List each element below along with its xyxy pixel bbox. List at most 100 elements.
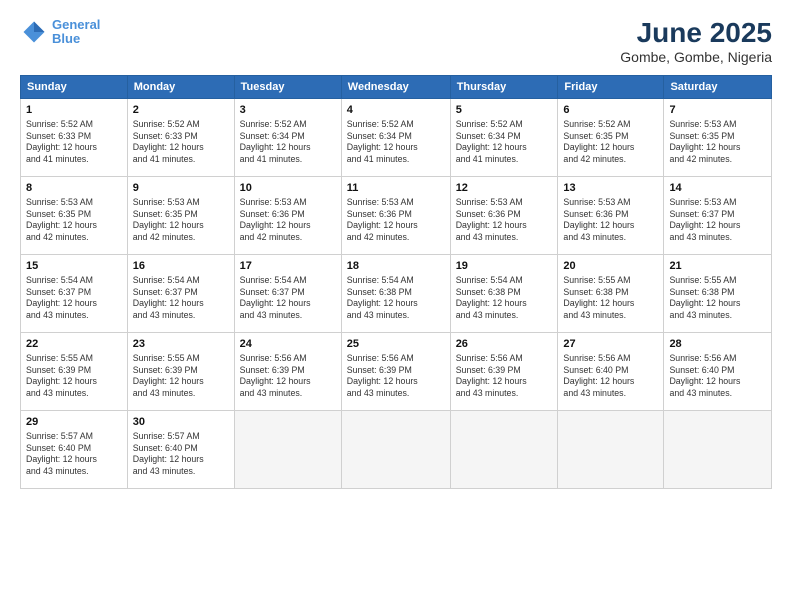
calendar-day-cell: 26Sunrise: 5:56 AMSunset: 6:39 PMDayligh… [450,332,558,410]
calendar-subtitle: Gombe, Gombe, Nigeria [620,49,772,65]
calendar-header-row: SundayMondayTuesdayWednesdayThursdayFrid… [21,75,772,98]
day-number: 30 [133,415,229,430]
day-info: Sunrise: 5:56 AMSunset: 6:39 PMDaylight:… [456,353,553,401]
calendar-day-cell [664,410,772,488]
calendar-day-cell: 30Sunrise: 5:57 AMSunset: 6:40 PMDayligh… [127,410,234,488]
calendar-day-cell: 10Sunrise: 5:53 AMSunset: 6:36 PMDayligh… [234,176,341,254]
day-info: Sunrise: 5:56 AMSunset: 6:39 PMDaylight:… [240,353,336,401]
day-info: Sunrise: 5:57 AMSunset: 6:40 PMDaylight:… [26,431,122,479]
calendar-day-cell [558,410,664,488]
day-info: Sunrise: 5:55 AMSunset: 6:39 PMDaylight:… [133,353,229,401]
calendar-day-cell: 12Sunrise: 5:53 AMSunset: 6:36 PMDayligh… [450,176,558,254]
calendar-day-cell: 9Sunrise: 5:53 AMSunset: 6:35 PMDaylight… [127,176,234,254]
day-number: 3 [240,103,336,118]
day-number: 6 [563,103,658,118]
calendar-day-cell [341,410,450,488]
day-info: Sunrise: 5:53 AMSunset: 6:35 PMDaylight:… [133,197,229,245]
day-info: Sunrise: 5:52 AMSunset: 6:34 PMDaylight:… [240,119,336,167]
day-info: Sunrise: 5:55 AMSunset: 6:38 PMDaylight:… [669,275,766,323]
calendar-day-cell: 3Sunrise: 5:52 AMSunset: 6:34 PMDaylight… [234,98,341,176]
day-number: 29 [26,415,122,430]
calendar-day-cell: 4Sunrise: 5:52 AMSunset: 6:34 PMDaylight… [341,98,450,176]
day-number: 27 [563,337,658,352]
calendar-week-row: 8Sunrise: 5:53 AMSunset: 6:35 PMDaylight… [21,176,772,254]
calendar-day-cell: 25Sunrise: 5:56 AMSunset: 6:39 PMDayligh… [341,332,450,410]
day-number: 23 [133,337,229,352]
day-info: Sunrise: 5:53 AMSunset: 6:35 PMDaylight:… [26,197,122,245]
calendar-day-cell: 13Sunrise: 5:53 AMSunset: 6:36 PMDayligh… [558,176,664,254]
day-info: Sunrise: 5:54 AMSunset: 6:37 PMDaylight:… [26,275,122,323]
calendar-week-row: 15Sunrise: 5:54 AMSunset: 6:37 PMDayligh… [21,254,772,332]
logo-text: General Blue [52,18,100,47]
day-number: 5 [456,103,553,118]
day-number: 25 [347,337,445,352]
header-wednesday: Wednesday [341,75,450,98]
header: General Blue June 2025 Gombe, Gombe, Nig… [20,18,772,65]
day-info: Sunrise: 5:56 AMSunset: 6:40 PMDaylight:… [669,353,766,401]
calendar-day-cell: 18Sunrise: 5:54 AMSunset: 6:38 PMDayligh… [341,254,450,332]
calendar-day-cell: 15Sunrise: 5:54 AMSunset: 6:37 PMDayligh… [21,254,128,332]
day-number: 16 [133,259,229,274]
day-number: 18 [347,259,445,274]
calendar-week-row: 1Sunrise: 5:52 AMSunset: 6:33 PMDaylight… [21,98,772,176]
logo-general: General [52,17,100,32]
day-number: 8 [26,181,122,196]
calendar-day-cell: 24Sunrise: 5:56 AMSunset: 6:39 PMDayligh… [234,332,341,410]
day-number: 19 [456,259,553,274]
calendar-day-cell: 8Sunrise: 5:53 AMSunset: 6:35 PMDaylight… [21,176,128,254]
day-info: Sunrise: 5:54 AMSunset: 6:38 PMDaylight:… [456,275,553,323]
calendar-day-cell: 27Sunrise: 5:56 AMSunset: 6:40 PMDayligh… [558,332,664,410]
day-info: Sunrise: 5:53 AMSunset: 6:36 PMDaylight:… [456,197,553,245]
day-number: 26 [456,337,553,352]
calendar-day-cell: 28Sunrise: 5:56 AMSunset: 6:40 PMDayligh… [664,332,772,410]
logo: General Blue [20,18,100,47]
header-thursday: Thursday [450,75,558,98]
day-number: 10 [240,181,336,196]
calendar-title: June 2025 [620,18,772,49]
calendar-day-cell [450,410,558,488]
day-number: 28 [669,337,766,352]
calendar-day-cell: 16Sunrise: 5:54 AMSunset: 6:37 PMDayligh… [127,254,234,332]
calendar-week-row: 29Sunrise: 5:57 AMSunset: 6:40 PMDayligh… [21,410,772,488]
calendar-day-cell: 29Sunrise: 5:57 AMSunset: 6:40 PMDayligh… [21,410,128,488]
day-info: Sunrise: 5:54 AMSunset: 6:37 PMDaylight:… [133,275,229,323]
calendar-day-cell: 21Sunrise: 5:55 AMSunset: 6:38 PMDayligh… [664,254,772,332]
day-info: Sunrise: 5:53 AMSunset: 6:36 PMDaylight:… [240,197,336,245]
day-info: Sunrise: 5:54 AMSunset: 6:38 PMDaylight:… [347,275,445,323]
day-number: 20 [563,259,658,274]
day-info: Sunrise: 5:52 AMSunset: 6:34 PMDaylight:… [347,119,445,167]
logo-icon [20,18,48,46]
day-number: 21 [669,259,766,274]
day-info: Sunrise: 5:56 AMSunset: 6:40 PMDaylight:… [563,353,658,401]
day-info: Sunrise: 5:53 AMSunset: 6:36 PMDaylight:… [563,197,658,245]
header-tuesday: Tuesday [234,75,341,98]
day-number: 7 [669,103,766,118]
day-info: Sunrise: 5:53 AMSunset: 6:36 PMDaylight:… [347,197,445,245]
logo-blue: Blue [52,31,80,46]
day-number: 14 [669,181,766,196]
day-number: 1 [26,103,122,118]
header-saturday: Saturday [664,75,772,98]
day-info: Sunrise: 5:55 AMSunset: 6:38 PMDaylight:… [563,275,658,323]
day-info: Sunrise: 5:52 AMSunset: 6:35 PMDaylight:… [563,119,658,167]
day-number: 12 [456,181,553,196]
header-sunday: Sunday [21,75,128,98]
header-monday: Monday [127,75,234,98]
title-block: June 2025 Gombe, Gombe, Nigeria [620,18,772,65]
day-number: 24 [240,337,336,352]
calendar-day-cell: 14Sunrise: 5:53 AMSunset: 6:37 PMDayligh… [664,176,772,254]
calendar-day-cell: 6Sunrise: 5:52 AMSunset: 6:35 PMDaylight… [558,98,664,176]
calendar-day-cell: 17Sunrise: 5:54 AMSunset: 6:37 PMDayligh… [234,254,341,332]
calendar-day-cell: 23Sunrise: 5:55 AMSunset: 6:39 PMDayligh… [127,332,234,410]
day-info: Sunrise: 5:54 AMSunset: 6:37 PMDaylight:… [240,275,336,323]
page: General Blue June 2025 Gombe, Gombe, Nig… [0,0,792,612]
day-number: 17 [240,259,336,274]
calendar-week-row: 22Sunrise: 5:55 AMSunset: 6:39 PMDayligh… [21,332,772,410]
calendar-day-cell: 22Sunrise: 5:55 AMSunset: 6:39 PMDayligh… [21,332,128,410]
day-info: Sunrise: 5:52 AMSunset: 6:33 PMDaylight:… [26,119,122,167]
calendar-day-cell: 5Sunrise: 5:52 AMSunset: 6:34 PMDaylight… [450,98,558,176]
day-number: 13 [563,181,658,196]
calendar-day-cell: 1Sunrise: 5:52 AMSunset: 6:33 PMDaylight… [21,98,128,176]
day-number: 4 [347,103,445,118]
day-info: Sunrise: 5:52 AMSunset: 6:34 PMDaylight:… [456,119,553,167]
